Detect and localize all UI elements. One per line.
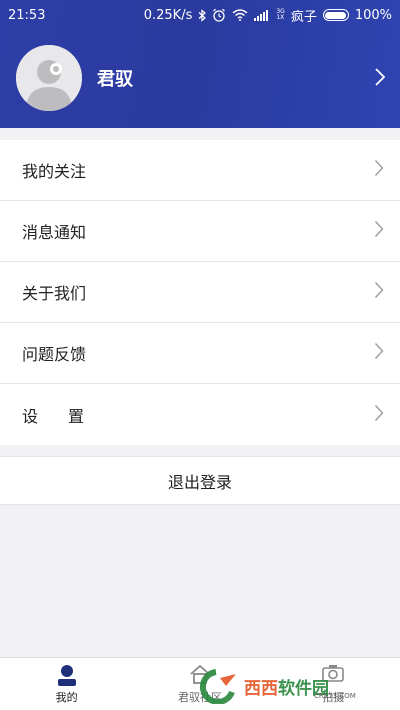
tab-label: 君驭社区 [177,691,222,704]
menu-item-label: 问题反馈 [22,345,87,364]
chevron-right-icon [374,342,384,364]
settings-menu: 我的关注 消息通知 关于我们 问题反馈 设置 [0,140,400,445]
home-icon [189,664,211,687]
menu-item-settings[interactable]: 设置 [0,384,400,445]
status-bar: 21:53 0.25K/s 3G 1X 疯子 100% [0,0,400,30]
person-icon [57,664,77,689]
tab-capture[interactable]: 拍摄 [267,658,400,710]
tab-label: 拍摄 [322,691,345,704]
username: 君驭 [97,69,133,90]
carrier-name: 疯子 [290,9,317,25]
logout-button[interactable]: 退出登录 [0,456,400,505]
status-indicators: 0.25K/s 3G 1X 疯子 100% [144,6,392,25]
signal-icon [254,9,270,21]
tab-label: 我的 [55,691,78,704]
menu-item-notifications[interactable]: 消息通知 [0,201,400,262]
menu-item-following[interactable]: 我的关注 [0,140,400,201]
avatar[interactable] [16,45,82,111]
menu-item-label: 设置 [22,406,115,426]
chevron-right-icon [374,220,384,242]
chevron-right-icon [374,159,384,181]
menu-item-label: 我的关注 [22,162,87,181]
profile-header: 21:53 0.25K/s 3G 1X 疯子 100% 君驭 [0,0,400,128]
battery-level: 100% [354,7,392,23]
camera-icon [322,664,345,685]
bluetooth-icon [198,8,207,22]
menu-item-label: 消息通知 [22,223,87,242]
default-avatar-icon [16,45,82,111]
bottom-tab-bar: 我的 君驭社区 拍摄 [0,657,400,710]
chevron-right-icon [374,404,384,426]
menu-item-about-us[interactable]: 关于我们 [0,262,400,323]
network-speed: 0.25K/s [143,7,193,23]
wifi-icon [232,9,248,21]
alarm-icon [212,8,226,22]
chevron-right-icon [374,67,386,91]
status-time: 21:53 [8,7,46,23]
menu-item-feedback[interactable]: 问题反馈 [0,323,400,384]
tab-community[interactable]: 君驭社区 [133,658,266,710]
battery-icon [322,9,349,21]
menu-item-label: 关于我们 [22,284,87,303]
network-type: 3G 1X [276,8,285,21]
chevron-right-icon [374,281,384,303]
tab-mine[interactable]: 我的 [0,658,133,710]
profile-row[interactable]: 君驭 [0,38,400,120]
